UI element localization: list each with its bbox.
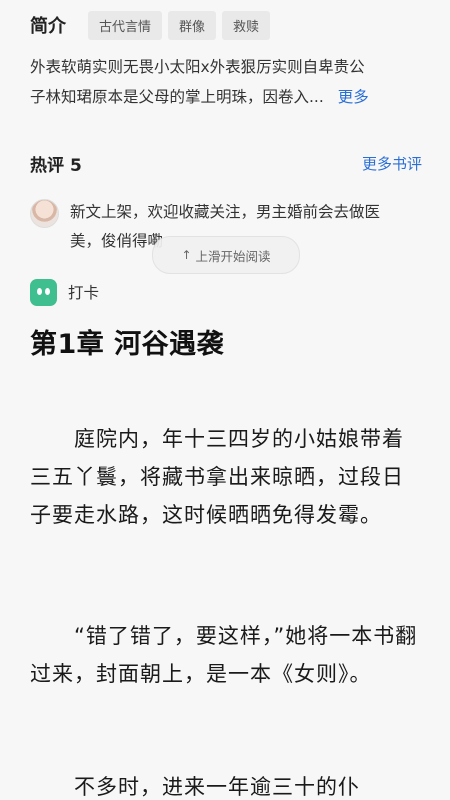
review-item[interactable]: 打卡 <box>30 278 425 308</box>
arrow-up-icon: ↑ <box>181 248 192 262</box>
swipe-up-hint: ↑ 上滑开始阅读 <box>152 236 300 274</box>
tag-redemption[interactable]: 救赎 <box>222 10 271 40</box>
chapter-paragraph: 庭院内，年十三四岁的小姑娘带着三五丫鬟，将藏书拿出来晾晒，过段日子要走水路，这时… <box>30 427 404 527</box>
intro-synopsis[interactable]: 外表软萌实则无畏小太阳x外表狠厉实则自卑贵公 子林知珺原本是父母的掌上明珠，因卷… <box>30 52 425 112</box>
chapter-paragraph: 不多时，进来一年逾三十的仆 <box>30 775 360 799</box>
review-text: 打卡 <box>68 284 100 302</box>
robot-avatar <box>30 279 57 306</box>
reviews-count: 5 <box>70 155 82 176</box>
intro-header: 简介 古代言情 群像 救赎 <box>30 10 276 40</box>
synopsis-line-with-more: 子林知珺原本是父母的掌上明珠，因卷入... 更多 <box>30 82 425 112</box>
tag-ensemble[interactable]: 群像 <box>168 10 217 40</box>
chapter-paragraph: “错了错了，要这样，”她将一本书翻过来，封面朝上，是一本《女则》。 <box>30 624 418 686</box>
synopsis-line: 外表软萌实则无畏小太阳x外表狠厉实则自卑贵公 <box>30 58 365 76</box>
more-reviews-link[interactable]: 更多书评 <box>362 153 422 174</box>
reviews-title: 热评 5 <box>30 151 82 176</box>
girl-avatar <box>30 199 59 228</box>
reviews-header: 热评 5 更多书评 <box>30 148 422 178</box>
intro-title: 简介 <box>30 16 66 37</box>
reviews-title-label: 热评 <box>30 155 64 176</box>
synopsis-more-link[interactable]: 更多 <box>338 88 369 106</box>
synopsis-line: 子林知珺原本是父母的掌上明珠，因卷入... <box>30 88 324 106</box>
chapter-title: 第1章 河谷遇袭 <box>30 329 225 360</box>
reader-page: 简介 古代言情 群像 救赎 外表软萌实则无畏小太阳x外表狠厉实则自卑贵公 子林知… <box>0 0 450 800</box>
tag-ancient-romance[interactable]: 古代言情 <box>88 10 163 40</box>
swipe-up-hint-text: 上滑开始阅读 <box>195 248 271 264</box>
